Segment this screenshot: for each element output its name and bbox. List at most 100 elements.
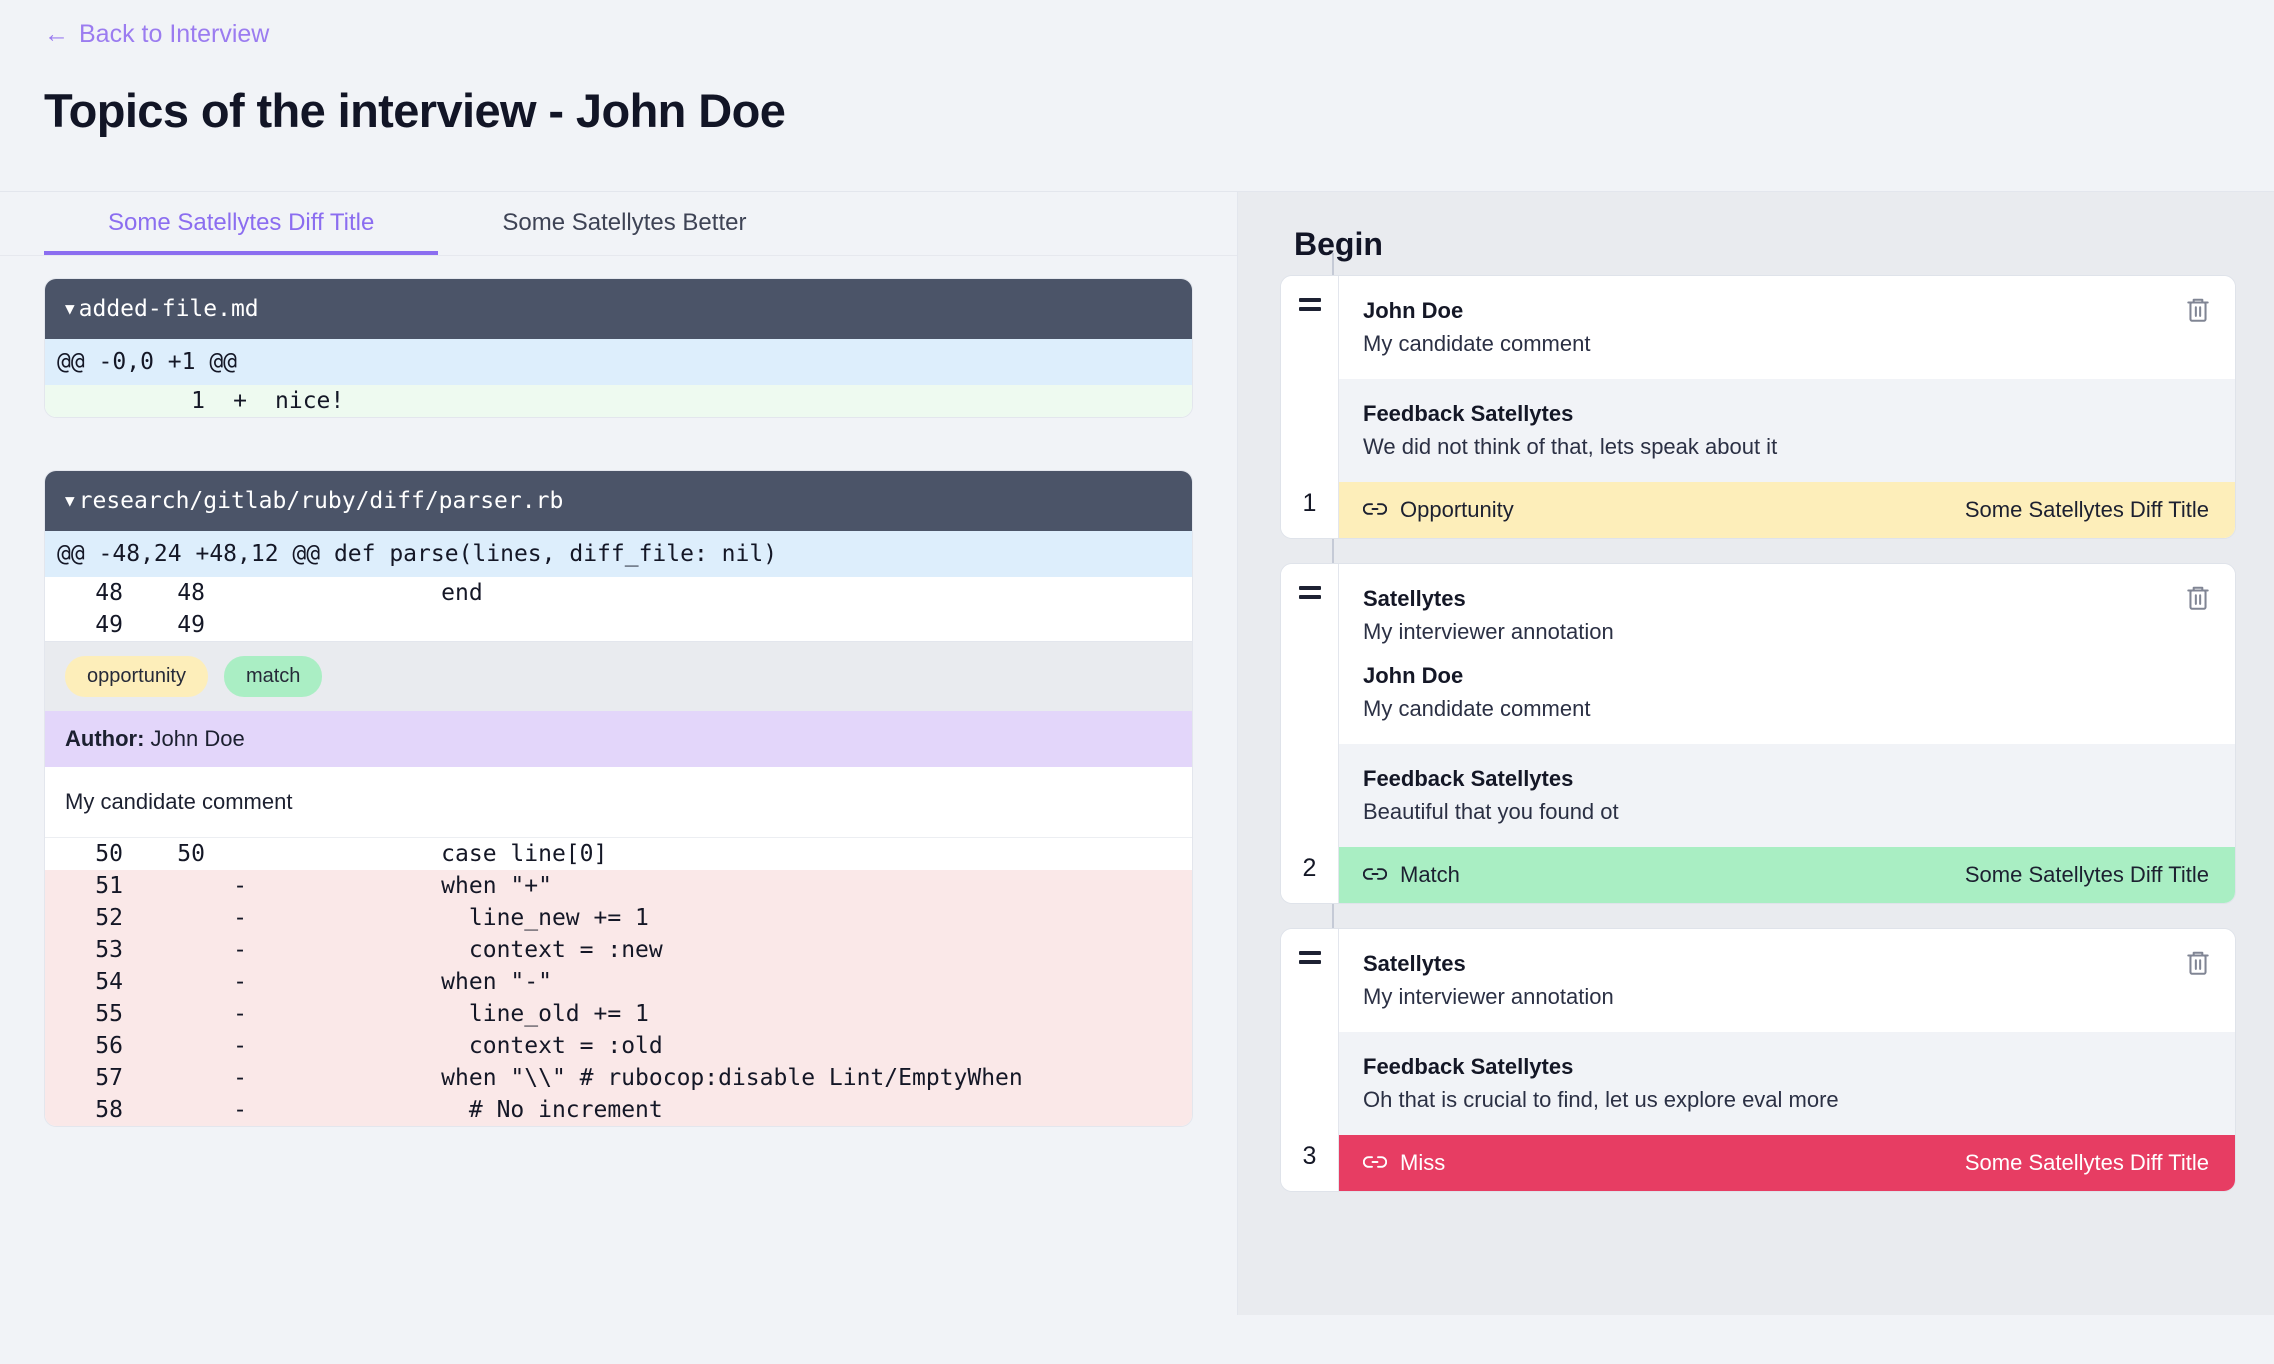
- author-label: Author:: [65, 726, 145, 751]
- topic-card[interactable]: 2 Satellytes My interviewer annotation J…: [1280, 563, 2236, 904]
- trash-icon[interactable]: [2185, 296, 2211, 324]
- card-index: 1: [1302, 489, 1317, 517]
- card-entries: Satellytes My interviewer annotation: [1339, 929, 2235, 1032]
- card-body: Satellytes My interviewer annotation Fee…: [1339, 929, 2235, 1191]
- diff-line-sign: -: [233, 1033, 247, 1059]
- entry-text: My candidate comment: [1363, 331, 1591, 356]
- diff-line-new-number: [123, 870, 205, 902]
- link-icon: [1362, 497, 1388, 523]
- tag-opportunity[interactable]: opportunity: [65, 656, 208, 697]
- entry-author: John Doe: [1363, 298, 1464, 323]
- footer-label: Opportunity: [1400, 497, 1514, 522]
- card-footer-miss[interactable]: Miss Some Satellytes Diff Title: [1339, 1135, 2235, 1191]
- entry-text: My candidate comment: [1363, 696, 1591, 721]
- diff-line-row: 55 - line_old += 1: [45, 998, 1192, 1030]
- diff-line-new-number: 49: [177, 612, 205, 638]
- diff-line-code: when "\\" # rubocop:disable Lint/EmptyWh…: [275, 1065, 1023, 1091]
- back-arrow-icon: ←: [44, 20, 69, 48]
- chevron-down-icon: ▼: [65, 299, 75, 318]
- diff-line-sign: -: [233, 969, 247, 995]
- back-to-interview-link[interactable]: ← Back to Interview: [44, 22, 269, 47]
- diff-tabs: Some Satellytes Diff Title Some Satellyt…: [0, 192, 1237, 256]
- footer-label: Miss: [1400, 1150, 1446, 1175]
- card-gutter: 3: [1281, 929, 1339, 1191]
- diff-lines-table: 1 + nice!: [45, 385, 1192, 417]
- diff-file-header[interactable]: ▼ added-file.md: [45, 279, 1192, 339]
- entry-author: John Doe: [1363, 663, 1464, 688]
- page-title: Topics of the interview - John Doe: [44, 84, 786, 137]
- back-link-label: Back to Interview: [79, 20, 270, 48]
- diff-line-new-number: [123, 1094, 205, 1126]
- diff-lines-table-before: 48 48 end 49 49: [45, 577, 1192, 641]
- diff-file-header[interactable]: ▼ research/gitlab/ruby/diff/parser.rb: [45, 471, 1192, 531]
- diff-hunk-header: @@ -48,24 +48,12 @@ def parse(lines, dif…: [45, 531, 1192, 577]
- card-feedback: Feedback Satellytes Oh that is crucial t…: [1339, 1032, 2235, 1135]
- diff-filename: added-file.md: [78, 296, 259, 322]
- tab-some-satellytes-better[interactable]: Some Satellytes Better: [438, 209, 810, 255]
- feedback-text: Oh that is crucial to find, let us explo…: [1363, 1087, 1839, 1112]
- diff-line-sign: [205, 838, 275, 870]
- diff-lines-table-after: 50 50 case line[0] 51 - when "+" 52 - li…: [45, 838, 1192, 1126]
- tag-match[interactable]: match: [223, 656, 323, 697]
- diff-line-new-number: [123, 1062, 205, 1094]
- card-footer-opportunity[interactable]: Opportunity Some Satellytes Diff Title: [1339, 482, 2235, 538]
- diff-line-row: 56 - context = :old: [45, 1030, 1192, 1062]
- diff-line-sign: +: [233, 388, 247, 414]
- diff-line-row: 53 - context = :new: [45, 934, 1192, 966]
- footer-label: Match: [1400, 862, 1460, 887]
- diff-line-code: nice!: [275, 388, 345, 414]
- drag-handle-icon[interactable]: [1298, 951, 1321, 964]
- trash-icon[interactable]: [2185, 584, 2211, 612]
- feedback-author: Feedback Satellytes: [1363, 766, 1574, 791]
- entry-text: My interviewer annotation: [1363, 984, 1614, 1009]
- diff-line-sign: -: [233, 1065, 247, 1091]
- diff-line-new-number: [123, 934, 205, 966]
- diff-line-code: end: [275, 580, 483, 606]
- diff-line-new-number: 1: [191, 388, 205, 414]
- chevron-down-icon: ▼: [65, 491, 75, 510]
- diff-block-added-file: ▼ added-file.md @@ -0,0 +1 @@ 1 + nice!: [44, 278, 1193, 418]
- diff-line-code: line_new += 1: [275, 905, 649, 931]
- drag-handle-icon[interactable]: [1298, 298, 1321, 311]
- tab-some-satellytes-diff-title[interactable]: Some Satellytes Diff Title: [44, 209, 439, 255]
- author-name: John Doe: [150, 726, 245, 751]
- diff-line-new-number: 50: [177, 841, 205, 867]
- diff-line-old-number: 55: [95, 1001, 123, 1027]
- diff-line-new-number: [123, 1030, 205, 1062]
- topic-card[interactable]: 1 John Doe My candidate comment Feedback…: [1280, 275, 2236, 539]
- topics-timeline-panel: Begin 1 John Doe My candidate comment Fe…: [1238, 192, 2274, 1315]
- trash-icon[interactable]: [2185, 949, 2211, 977]
- card-body: John Doe My candidate comment Feedback S…: [1339, 276, 2235, 538]
- diff-line-old-number: 57: [95, 1065, 123, 1091]
- timeline-list: 1 John Doe My candidate comment Feedback…: [1280, 253, 2236, 1192]
- diff-line-old-number: 51: [95, 873, 123, 899]
- diff-line-old-number: 49: [95, 612, 123, 638]
- drag-handle-icon[interactable]: [1298, 586, 1321, 599]
- diff-line-sign: -: [233, 905, 247, 931]
- topic-card[interactable]: 3 Satellytes My interviewer annotation F…: [1280, 928, 2236, 1192]
- diff-line-code: context = :new: [275, 937, 663, 963]
- entry-text: My interviewer annotation: [1363, 619, 1614, 644]
- feedback-author: Feedback Satellytes: [1363, 401, 1574, 426]
- diff-line-old-number: [45, 385, 123, 417]
- link-icon: [1362, 1150, 1388, 1176]
- diff-block-parser-rb: ▼ research/gitlab/ruby/diff/parser.rb @@…: [44, 470, 1193, 1127]
- diff-line-row: 58 - # No increment: [45, 1094, 1192, 1126]
- diff-area: ▼ added-file.md @@ -0,0 +1 @@ 1 + nice!: [0, 256, 1237, 1127]
- diff-line-new-number: [123, 966, 205, 998]
- card-index: 3: [1302, 1142, 1317, 1170]
- diff-line-sign: -: [233, 937, 247, 963]
- diff-line-code: when "+": [275, 873, 552, 899]
- diff-line-row: 52 - line_new += 1: [45, 902, 1192, 934]
- diff-line-row: 49 49: [45, 609, 1192, 641]
- diff-line-code: case line[0]: [275, 841, 608, 867]
- diff-line-old-number: 54: [95, 969, 123, 995]
- page-header: ← Back to Interview Topics of the interv…: [0, 0, 2274, 138]
- card-gutter: 1: [1281, 276, 1339, 538]
- diff-line-row: 57 - when "\\" # rubocop:disable Lint/Em…: [45, 1062, 1192, 1094]
- diff-line-new-number: 48: [177, 580, 205, 606]
- card-footer-match[interactable]: Match Some Satellytes Diff Title: [1339, 847, 2235, 903]
- diff-line-code: # No increment: [275, 1097, 663, 1123]
- diff-line-code: line_old += 1: [275, 1001, 649, 1027]
- diff-line-old-number: 52: [95, 905, 123, 931]
